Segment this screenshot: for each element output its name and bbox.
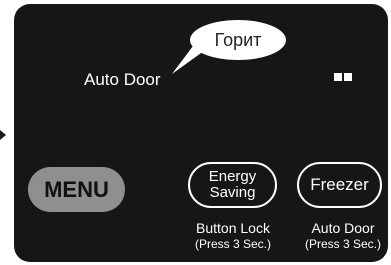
menu-button[interactable]: MENU — [28, 167, 125, 212]
energy-saving-label-line2: Saving — [209, 184, 256, 201]
energy-saving-button[interactable]: Energy Saving — [188, 162, 277, 208]
freezer-button-label: Freezer — [310, 175, 369, 194]
button-lock-sublabel: (Press 3 Sec.) — [194, 237, 272, 251]
button-lock-label: Button Lock — [196, 220, 270, 236]
freezer-button[interactable]: Freezer — [297, 162, 382, 208]
indicator-dot-icon — [334, 73, 342, 81]
button-lock-caption: Button Lock (Press 3 Sec.) — [187, 220, 279, 252]
callout-text: Горит — [214, 29, 262, 50]
auto-door-caption: Auto Door (Press 3 Sec.) — [300, 220, 386, 252]
auto-door-display-label: Auto Door — [84, 70, 161, 89]
energy-saving-label-line1: Energy — [208, 168, 257, 185]
auto-door-sublabel: (Press 3 Sec.) — [304, 237, 382, 251]
side-arrow-icon — [0, 130, 6, 140]
menu-button-label: MENU — [44, 176, 109, 202]
indicator-dot-icon — [344, 73, 352, 81]
auto-door-label: Auto Door — [311, 220, 375, 236]
callout-bubble: Горит — [190, 20, 286, 60]
